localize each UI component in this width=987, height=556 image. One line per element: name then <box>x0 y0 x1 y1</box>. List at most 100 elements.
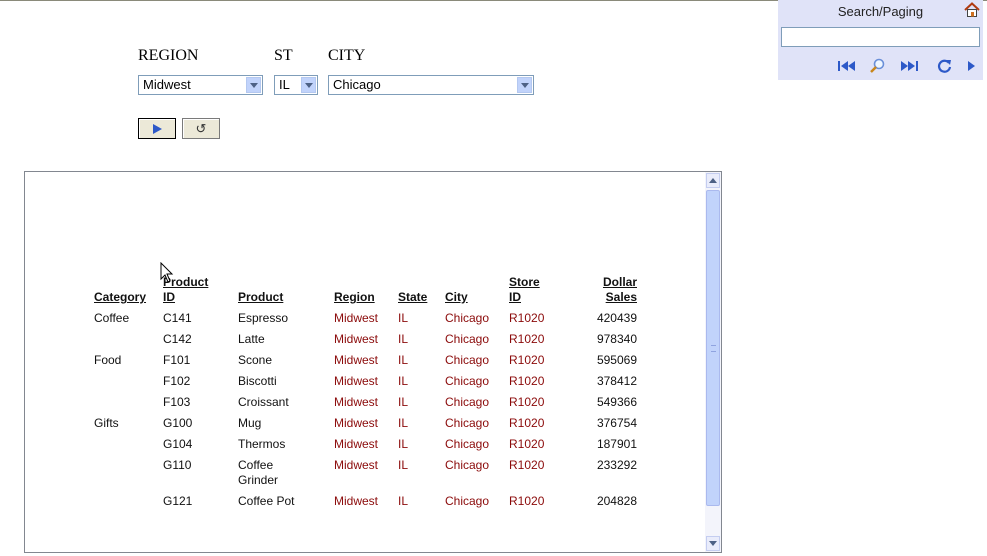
cell-product: Scone <box>238 353 273 367</box>
scrollbar-thumb[interactable] <box>706 190 720 506</box>
cell-city: Chicago <box>445 311 490 325</box>
chevron-down-icon[interactable] <box>517 77 532 93</box>
cell-product-id: G100 <box>163 416 193 430</box>
cell-region: Midwest <box>334 332 379 346</box>
panel-title: Search/Paging <box>837 4 924 19</box>
region-select[interactable]: Midwest <box>138 75 263 95</box>
cell-city: Chicago <box>445 458 490 472</box>
cell-region: Midwest <box>334 353 379 367</box>
refresh-icon[interactable] <box>936 58 954 74</box>
cell-product-id: C141 <box>163 311 192 325</box>
cell-sales: 549366 <box>596 395 637 409</box>
cell-store-id: R1020 <box>509 458 545 472</box>
cell-product-id: G110 <box>163 458 192 472</box>
cell-category: Gifts <box>94 416 119 430</box>
cell-product: Latte <box>238 332 265 346</box>
st-select-value: IL <box>279 77 290 92</box>
search-input[interactable] <box>781 27 980 47</box>
cell-product-line2: Grinder <box>238 473 279 487</box>
cell-region: Midwest <box>334 395 379 409</box>
home-icon[interactable] <box>964 2 980 18</box>
cell-sales: 978340 <box>596 332 637 346</box>
cell-city: Chicago <box>445 332 490 346</box>
cell-city: Chicago <box>445 416 490 430</box>
cell-product-id: F102 <box>163 374 191 388</box>
cell-sales: 233292 <box>596 458 637 472</box>
cell-product: Coffee <box>238 458 274 472</box>
cell-store-id: R1020 <box>509 332 545 346</box>
header-region[interactable]: Region <box>334 290 375 305</box>
cell-product-id: F103 <box>163 395 191 409</box>
header-store-id[interactable]: Store ID <box>509 275 540 305</box>
cell-store-id: R1020 <box>509 353 545 367</box>
header-dollar-sales[interactable]: Dollar Sales <box>577 275 637 305</box>
header-category[interactable]: Category <box>94 290 146 305</box>
city-select[interactable]: Chicago <box>328 75 534 95</box>
cell-sales: 376754 <box>596 416 637 430</box>
cell-city: Chicago <box>445 395 490 409</box>
header-state[interactable]: State <box>398 290 427 305</box>
cell-category: Food <box>94 353 122 367</box>
cell-state: IL <box>398 395 409 409</box>
chevron-down-icon[interactable] <box>301 77 316 93</box>
cell-state: IL <box>398 458 409 472</box>
header-store-id-line2: ID <box>509 290 521 304</box>
next-arrow-icon[interactable] <box>966 58 978 74</box>
cell-region: Midwest <box>334 458 379 472</box>
city-label: CITY <box>328 47 366 64</box>
vertical-scrollbar[interactable] <box>705 172 721 552</box>
scroll-up-arrow-icon[interactable] <box>706 173 720 188</box>
cell-product-id: C142 <box>163 332 192 346</box>
cell-store-id: R1020 <box>509 416 545 430</box>
reset-icon: ↺ <box>195 121 207 136</box>
search-icon[interactable] <box>868 58 888 74</box>
chevron-down-icon[interactable] <box>246 77 261 93</box>
header-store-id-line1: Store <box>509 275 540 289</box>
st-label: ST <box>274 47 293 64</box>
cell-city: Chicago <box>445 437 490 451</box>
cell-product: Coffee Pot <box>238 494 295 508</box>
cell-store-id: R1020 <box>509 395 545 409</box>
cell-product: Croissant <box>238 395 289 409</box>
cell-region: Midwest <box>334 311 379 325</box>
search-paging-panel: Search/Paging <box>778 0 983 80</box>
header-product[interactable]: Product <box>238 290 283 305</box>
mouse-cursor-icon <box>160 262 174 283</box>
cell-sales: 378412 <box>596 374 637 388</box>
st-select[interactable]: IL <box>274 75 318 95</box>
cell-city: Chicago <box>445 494 490 508</box>
first-page-icon[interactable] <box>836 58 858 74</box>
cell-state: IL <box>398 437 409 451</box>
region-label: REGION <box>138 47 199 64</box>
scroll-down-arrow-icon[interactable] <box>706 536 720 551</box>
cell-product-id: G121 <box>163 494 193 508</box>
header-city[interactable]: City <box>445 290 468 305</box>
region-select-value: Midwest <box>143 77 191 92</box>
cell-product-id: F101 <box>163 353 191 367</box>
cell-sales: 595069 <box>596 353 637 367</box>
city-select-value: Chicago <box>333 77 381 92</box>
cell-state: IL <box>398 311 409 325</box>
cell-region: Midwest <box>334 494 379 508</box>
cell-city: Chicago <box>445 353 490 367</box>
cell-sales: 420439 <box>596 311 637 325</box>
cell-sales: 204828 <box>596 494 637 508</box>
cell-region: Midwest <box>334 416 379 430</box>
cell-product-id: G104 <box>163 437 193 451</box>
cell-state: IL <box>398 494 409 508</box>
header-dollar-sales-line2: Sales <box>605 290 637 304</box>
cell-state: IL <box>398 416 409 430</box>
cell-state: IL <box>398 374 409 388</box>
cell-category: Coffee <box>94 311 130 325</box>
cell-store-id: R1020 <box>509 494 545 508</box>
cell-state: IL <box>398 353 409 367</box>
cell-product: Thermos <box>238 437 286 451</box>
cell-city: Chicago <box>445 374 490 388</box>
cell-product: Biscotti <box>238 374 277 388</box>
last-page-icon[interactable] <box>898 58 922 74</box>
reset-button[interactable]: ↺ <box>182 118 220 139</box>
cell-store-id: R1020 <box>509 437 545 451</box>
cell-store-id: R1020 <box>509 311 545 325</box>
cell-state: IL <box>398 332 409 346</box>
run-button[interactable] <box>138 118 176 139</box>
